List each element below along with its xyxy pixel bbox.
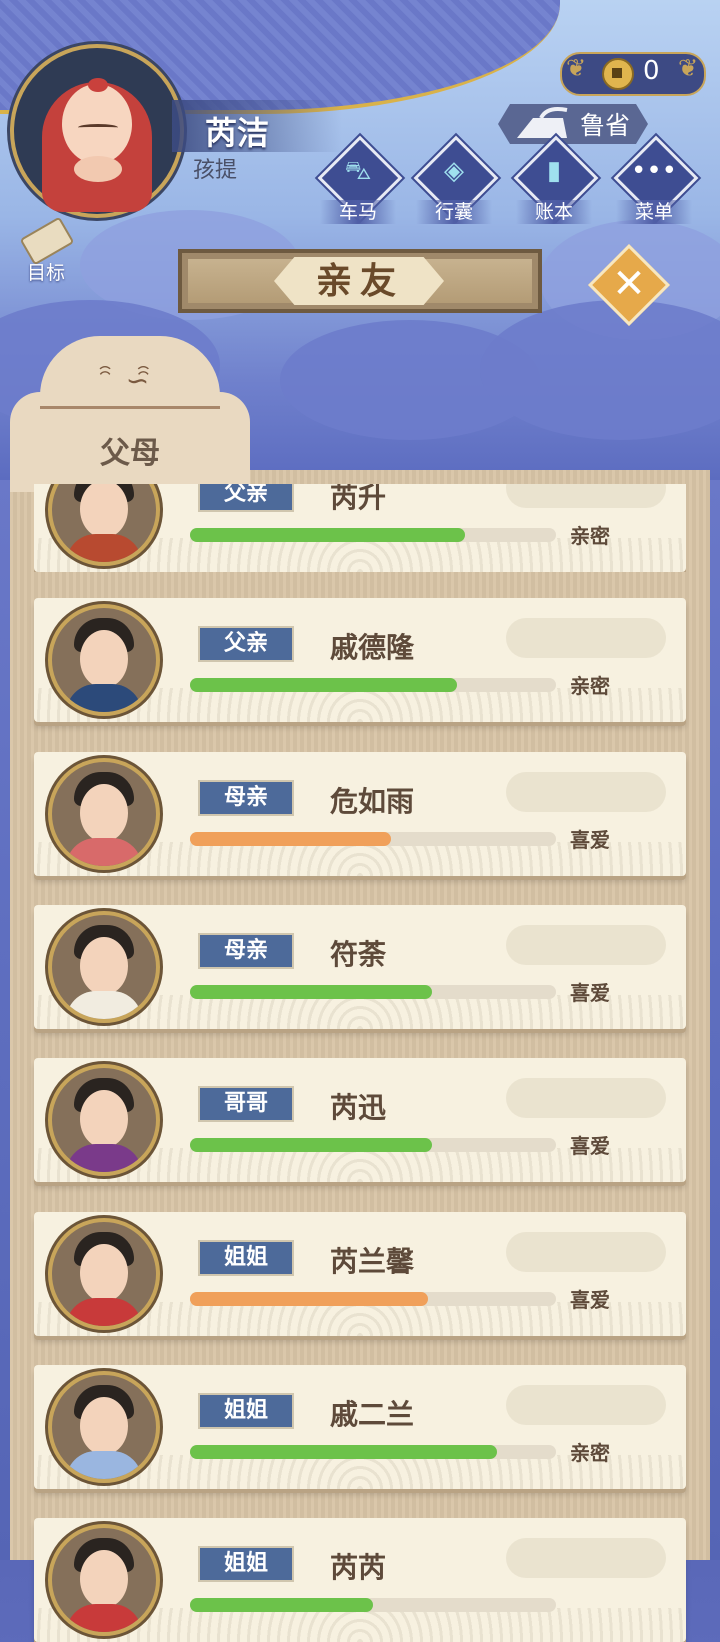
relative-card[interactable]: 母亲 危如雨喜爱: [34, 752, 686, 876]
relative-name: 符荼: [330, 938, 387, 971]
cloud-decoration: [506, 484, 666, 508]
relative-portrait: [48, 758, 160, 870]
relative-name: 芮兰馨: [330, 1245, 415, 1278]
affinity-level: 亲密: [570, 674, 610, 698]
cloud-decoration: [506, 618, 666, 658]
relative-name: 危如雨: [330, 785, 415, 818]
affinity-bar: [190, 1598, 556, 1612]
affinity-bar: [190, 678, 556, 692]
relative-portrait: [48, 1524, 160, 1636]
relative-card[interactable]: 姐姐 芮兰馨喜爱: [34, 1212, 686, 1336]
cloud-decoration: [506, 925, 666, 965]
relation-tag: 母亲: [198, 780, 294, 816]
relation-tag: 姐姐: [198, 1546, 294, 1582]
affinity-bar: [190, 985, 556, 999]
relative-card[interactable]: 姐姐 戚二兰亲密: [34, 1365, 686, 1489]
relative-portrait: [48, 604, 160, 716]
affinity-fill: [190, 1445, 498, 1459]
relation-tag: 父亲: [198, 626, 294, 662]
relation-tag: 姐姐: [198, 1240, 294, 1276]
affinity-bar: [190, 528, 556, 542]
cloud-decoration: [506, 1232, 666, 1272]
relative-card[interactable]: 姐姐 芮芮: [34, 1518, 686, 1642]
affinity-fill: [190, 985, 432, 999]
affinity-bar: [190, 1292, 556, 1306]
affinity-fill: [190, 1138, 432, 1152]
affinity-level: 喜爱: [570, 981, 610, 1005]
affinity-fill: [190, 1292, 428, 1306]
relative-card[interactable]: 母亲 符荼喜爱: [34, 905, 686, 1029]
affinity-fill: [190, 832, 392, 846]
cloud-decoration: [506, 1078, 666, 1118]
relative-card[interactable]: 父亲 戚德隆亲密: [34, 598, 686, 722]
relative-name: 戚德隆: [330, 631, 415, 664]
relation-tag: 父亲: [198, 484, 294, 512]
affinity-fill: [190, 678, 458, 692]
relation-tag: 母亲: [198, 933, 294, 969]
affinity-level: 喜爱: [570, 828, 610, 852]
affinity-bar: [190, 1138, 556, 1152]
relatives-list: 父亲 芮升 亲密 父亲 戚德隆 亲密 母亲 危如雨 喜爱 母亲 符荼 喜爱 哥哥 芮迅 喜爱 姐姐 芮兰馨 喜爱姐…: [0, 0, 720, 1642]
relative-card[interactable]: 哥哥 芮迅喜爱: [34, 1058, 686, 1182]
relative-portrait: [48, 911, 160, 1023]
affinity-level: 喜爱: [570, 1288, 610, 1312]
relative-portrait: [48, 1218, 160, 1330]
cloud-decoration: [506, 1538, 666, 1578]
affinity-level: 亲密: [570, 1441, 610, 1465]
cloud-decoration: [506, 772, 666, 812]
relation-tag: 姐姐: [198, 1393, 294, 1429]
relation-tag: 哥哥: [198, 1086, 294, 1122]
relative-name: 戚二兰: [330, 1398, 415, 1431]
relative-portrait: [48, 484, 160, 566]
relative-card[interactable]: 父亲 芮升亲密: [34, 481, 686, 572]
affinity-fill: [190, 1598, 373, 1612]
affinity-bar: [190, 832, 556, 846]
relative-name: 芮升: [330, 481, 387, 514]
relative-name: 芮芮: [330, 1551, 387, 1584]
cloud-decoration: [506, 1385, 666, 1425]
affinity-bar: [190, 1445, 556, 1459]
relative-name: 芮迅: [330, 1091, 387, 1124]
relative-portrait: [48, 1064, 160, 1176]
affinity-fill: [190, 528, 465, 542]
relative-portrait: [48, 1371, 160, 1483]
affinity-level: 喜爱: [570, 1134, 610, 1158]
affinity-level: 亲密: [570, 524, 610, 548]
